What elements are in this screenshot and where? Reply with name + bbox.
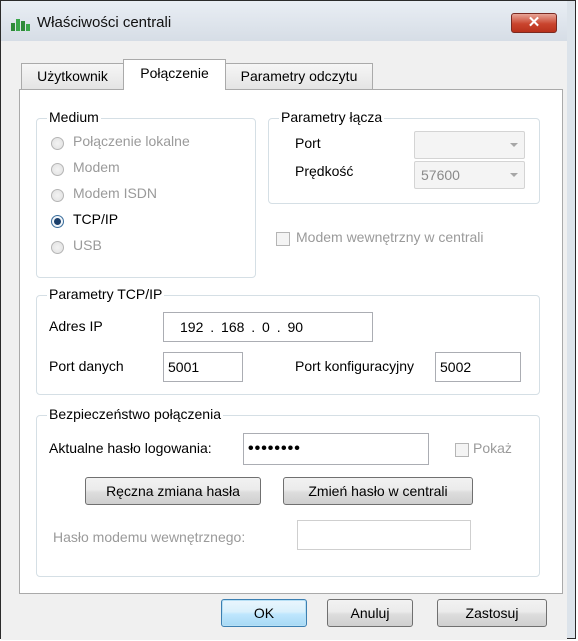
data-port-input[interactable]: 5001 (163, 352, 243, 382)
password-input[interactable]: •••••••• (243, 433, 429, 465)
link-params-group: Parametry łącza Port Prędkość 57600 (268, 109, 540, 204)
close-button[interactable]: ✕ (511, 13, 557, 33)
show-password-checkbox[interactable] (455, 443, 469, 457)
link-params-legend: Parametry łącza (279, 109, 385, 125)
dialog-client: Użytkownik Połączenie Parametry odczytu … (1, 41, 567, 640)
radio-label: Modem ISDN (73, 185, 158, 201)
radio-label: Modem (73, 159, 120, 175)
radio-label: USB (73, 237, 102, 253)
password-label: Aktualne hasło logowania: (49, 440, 212, 456)
show-password-label: Pokaż (473, 440, 512, 456)
medium-group: Medium Połączenie lokalne Modem Modem IS… (36, 109, 256, 278)
speed-select-value: 57600 (421, 167, 460, 183)
speed-label: Prędkość (295, 163, 354, 179)
app-icon (11, 18, 33, 31)
manual-change-password-button[interactable]: Ręczna zmiana hasła (85, 477, 261, 505)
tcpip-legend: Parametry TCP/IP (47, 286, 165, 302)
radio-modem-isdn[interactable] (51, 189, 64, 202)
modem-password-input[interactable] (297, 520, 471, 550)
modem-password-label: Hasło modemu wewnętrznego: (53, 529, 246, 545)
tcpip-group: Parametry TCP/IP Adres IP 192 . 168 . 0 … (36, 286, 540, 395)
speed-select[interactable]: 57600 (414, 161, 525, 189)
radio-usb[interactable] (51, 241, 64, 254)
security-group: Bezpieczeństwo połączenia Aktualne hasło… (36, 406, 540, 577)
tab-panel-polaczenie: Medium Połączenie lokalne Modem Modem IS… (19, 89, 563, 594)
chevron-down-icon (510, 143, 518, 147)
chevron-down-icon (510, 173, 518, 177)
medium-legend: Medium (47, 109, 101, 125)
title-bar[interactable]: Właściwości centrali ✕ (1, 1, 567, 41)
apply-button[interactable]: Zastosuj (437, 599, 547, 627)
internal-modem-checkbox[interactable] (276, 232, 290, 246)
radio-label: Połączenie lokalne (73, 133, 190, 149)
internal-modem-label: Modem wewnętrzny w centrali (296, 229, 484, 245)
ok-button[interactable]: OK (221, 599, 307, 627)
radio-tcpip[interactable] (51, 215, 64, 228)
ip-label: Adres IP (49, 318, 103, 334)
radio-label: TCP/IP (73, 211, 119, 227)
config-port-input[interactable]: 5002 (435, 352, 521, 382)
dialog-window: Właściwości centrali ✕ Użytkownik Połącz… (0, 0, 576, 640)
ip-address-input[interactable]: 192 . 168 . 0 . 90 (163, 312, 373, 342)
window-title: Właściwości centrali (37, 14, 172, 31)
port-label: Port (295, 135, 321, 151)
tab-polaczenie[interactable]: Połączenie (123, 59, 226, 90)
radio-polaczenie-lokalne[interactable] (51, 137, 64, 150)
data-port-label: Port danych (49, 358, 124, 374)
security-legend: Bezpieczeństwo połączenia (47, 406, 223, 422)
cancel-button[interactable]: Anuluj (327, 599, 413, 627)
radio-modem[interactable] (51, 163, 64, 176)
port-select[interactable] (414, 131, 525, 159)
config-port-label: Port konfiguracyjny (295, 358, 415, 374)
tab-uzytkownik[interactable]: Użytkownik (21, 63, 124, 89)
change-password-in-panel-button[interactable]: Zmień hasło w centrali (283, 477, 473, 505)
tab-parametry-odczytu[interactable]: Parametry odczytu (225, 63, 373, 89)
close-icon: ✕ (527, 14, 541, 31)
